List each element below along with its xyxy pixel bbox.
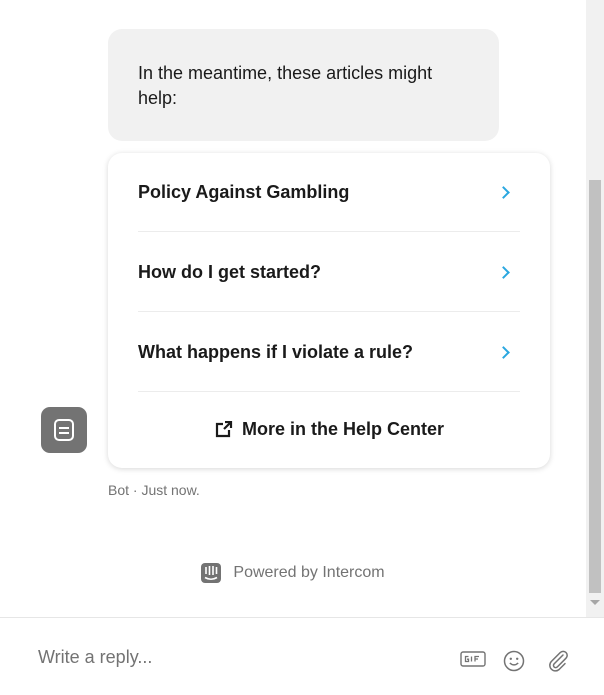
gif-button[interactable] xyxy=(460,651,486,667)
powered-by-link[interactable]: Powered by Intercom xyxy=(0,560,586,586)
article-link[interactable]: Policy Against Gambling xyxy=(138,153,520,232)
emoji-button[interactable] xyxy=(503,650,525,672)
bot-avatar xyxy=(41,407,87,453)
scrollbar-thumb[interactable] xyxy=(589,180,601,593)
gif-icon xyxy=(460,651,486,667)
article-suggestions-card: Policy Against Gambling How do I get sta… xyxy=(108,153,550,468)
article-link[interactable]: What happens if I violate a rule? xyxy=(138,313,520,392)
bot-message-bubble: In the meantime, these articles might he… xyxy=(108,29,499,141)
scroll-down-arrow-icon[interactable] xyxy=(590,600,600,605)
reply-input[interactable] xyxy=(38,645,418,669)
attachment-button[interactable] xyxy=(546,649,570,673)
attachment-icon xyxy=(549,650,568,672)
bot-message-text: In the meantime, these articles might he… xyxy=(138,63,433,108)
conversation-panel: In the meantime, these articles might he… xyxy=(0,0,586,617)
chevron-right-icon xyxy=(497,185,510,199)
help-center-label: More in the Help Center xyxy=(241,419,445,439)
article-title: How do I get started? xyxy=(138,261,322,282)
article-title: What happens if I violate a rule? xyxy=(138,341,414,362)
article-title: Policy Against Gambling xyxy=(138,181,350,202)
powered-by-text: Powered by Intercom xyxy=(233,564,385,581)
bot-icon xyxy=(54,419,74,441)
article-link[interactable]: How do I get started? xyxy=(138,233,520,312)
chevron-right-icon xyxy=(497,265,510,279)
emoji-icon xyxy=(503,650,525,672)
reply-composer xyxy=(0,617,604,695)
message-meta: Bot · Just now. xyxy=(108,482,200,498)
help-center-link[interactable]: More in the Help Center xyxy=(108,391,550,468)
intercom-logo-icon xyxy=(201,563,222,583)
chevron-right-icon xyxy=(497,345,510,359)
external-link-icon xyxy=(214,420,234,439)
